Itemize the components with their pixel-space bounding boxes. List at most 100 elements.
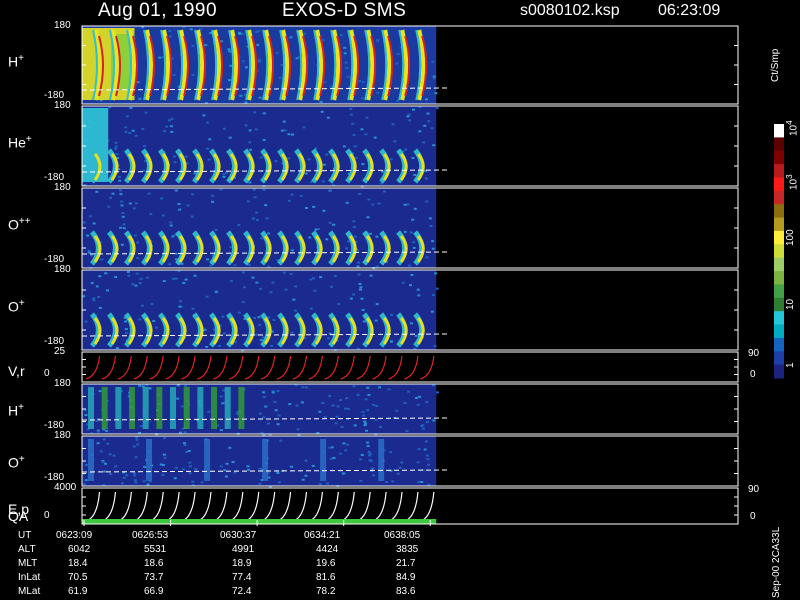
panel-ep-line [292,491,308,522]
panel-h-plus-2-speckle [321,402,325,404]
panel-he-plus-speckle [287,133,291,136]
panel-o-plusplus-speckle [121,212,125,214]
panel-label-superscript: + [18,401,24,413]
panel-o-plus-2-speckle [339,452,343,455]
panel-vr-line [85,355,101,380]
panel-h-plus-2-speckle [415,397,418,399]
ephemeris-cell: 18.9 [232,558,252,569]
panel-o-plusplus-speckle [191,193,195,196]
sms-spectrogram-figure [81,25,784,526]
panel-o-plus-speckle [127,270,130,273]
panel-o-plus-2-speckle [132,472,136,475]
panel-h-plus-2-speckle [403,402,407,404]
panel-o-plus-2-speckle [345,443,349,446]
panel-o-plus-2-speckle [366,445,370,447]
panel-he-plus-speckle [131,129,135,132]
panel-o-plus-speckle [98,306,102,309]
panel-h-plus-speckle [303,32,306,35]
panel-h-plus-2-band [129,387,136,429]
panel-h-plus-2-speckle [375,404,379,407]
panel-o-plusplus-speckle [90,254,94,257]
panel-he-plus-background [82,106,437,186]
panel-o-plusplus-speckle [186,204,190,207]
panel-o-plus-2-speckle [133,474,137,477]
panel-o-plus-2-speckle [162,453,166,456]
panel-o-plus-speckle [319,276,323,279]
panel-ep-line [420,491,435,522]
ephemeris-cell: 83.6 [396,586,416,597]
panel-h-plus-speckle [256,43,260,46]
panel-o-plus-2-speckle [417,481,421,484]
panel-o-plus-2-speckle [417,448,421,451]
panel-o-plus-speckle [410,274,414,276]
panel-label-superscript: + [18,453,25,465]
panel-he-plus-speckle [222,173,226,176]
panel-o-plusplus-speckle [255,211,259,214]
panel-o-plus-speckle [162,280,166,282]
panel-o-plusplus-speckle [356,265,360,268]
panel-o-plus-speckle [352,293,356,296]
panel-he-plus-speckle [259,156,263,159]
panel-o-plusplus-speckle [120,243,124,246]
panel-o-plus-2-speckle [224,475,228,478]
panel-he-plus-speckle [280,129,284,132]
panel-vr-line [101,355,117,380]
panel-h-plus-speckle [343,52,347,55]
panel-o-plus-speckle [134,284,138,287]
colorbar-segment [774,217,784,232]
panel-o-plusplus-speckle [287,199,291,202]
ephemeris-cell: 81.6 [316,572,336,583]
panel-o-plus-speckle [237,311,241,314]
panel-vr [81,351,739,383]
panel-o-plus-speckle [104,272,108,275]
panel-h-plus-speckle [168,35,172,38]
panel-he-plus-speckle [228,136,232,139]
panel-vr-frame [81,351,739,383]
panel-o-plusplus-speckle [246,200,250,203]
panel-h-plus-speckle [189,28,193,31]
colorbar-segment [774,190,784,205]
panel-o-plus-2-speckle [318,483,322,486]
colorbar-title: Ct/Smp [770,48,781,82]
ephemeris-cell: 21.7 [396,558,416,569]
panel-o-plus-2-speckle [163,456,167,459]
panel-ep-line [229,491,244,522]
panel-o-plus-2-speckle [277,481,281,484]
panel-o-plus-background [82,270,437,350]
panel-he-plus-speckle [223,127,226,130]
panel-h-plus-2-speckle [432,419,436,422]
panel-o-plus-2-speckle [134,481,138,484]
panel-o-plus-speckle [292,298,296,301]
panel-he-plus-speckle [115,153,119,156]
panel-ep-line [356,491,371,522]
panel-o-plus-speckle [140,304,144,307]
panel-he-plus-speckle [118,179,122,182]
panel-he-plus-speckle [114,141,118,144]
panel-h-plus-2-band [183,387,190,429]
panel-h-plus-speckle [360,97,364,100]
panel-he-plus-speckle [307,158,311,161]
panel-o-plus-2-band [378,439,385,481]
panel-he-plus-speckle [426,112,430,115]
panel-h-plus-2-speckle [374,418,378,421]
panel-h-plus-speckle [229,64,233,67]
panel-o-plus-2-band [88,439,94,481]
panel-o-plus-speckle [431,294,435,297]
panel-o-plus-speckle [401,281,405,284]
panel-o-plus-2-speckle [360,454,364,456]
panel-h-plus-2-band [142,387,149,429]
ephemeris-cell: 3835 [396,544,419,555]
panel-o-plusplus-speckle [190,215,194,218]
panel-h-plus-2-speckle [266,422,270,425]
panel-he-plus-speckle [206,121,209,124]
ephemeris-cell: 4424 [316,544,339,555]
panel-o-plus-speckle [357,273,361,276]
panel-he-plus-speckle [225,171,228,174]
panel-h-plus-2-speckle [367,393,371,396]
colorbar-tick-base: 10 [788,124,800,136]
panel-h-plus-2-speckle [264,405,268,408]
panel-he-plus-speckle [365,116,369,119]
panel-o-plus-2-speckle [82,483,86,485]
panel-o-plusplus-speckle [178,208,182,211]
panel-h-plus-speckle [255,31,258,33]
